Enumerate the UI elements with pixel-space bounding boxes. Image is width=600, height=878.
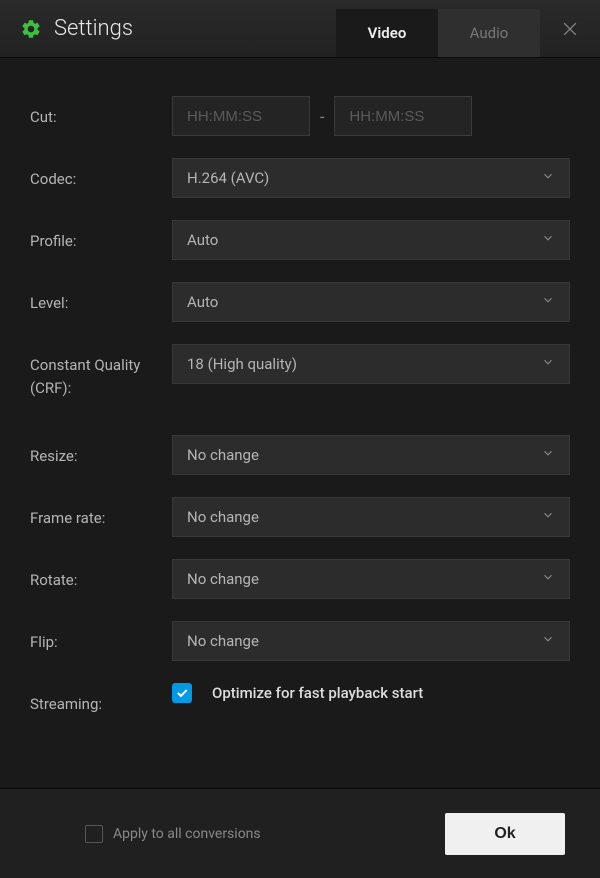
- label-flip: Flip:: [30, 621, 172, 654]
- chevron-down-icon: [541, 508, 555, 526]
- framerate-value: No change: [187, 508, 259, 526]
- profile-select[interactable]: Auto: [172, 220, 570, 260]
- chevron-down-icon: [541, 632, 555, 650]
- level-select[interactable]: Auto: [172, 282, 570, 322]
- codec-value: H.264 (AVC): [187, 169, 269, 187]
- tab-bar: Video Audio: [336, 0, 540, 57]
- row-codec: Codec: H.264 (AVC): [30, 158, 570, 198]
- chevron-down-icon: [541, 293, 555, 311]
- check-icon: [175, 686, 189, 700]
- row-streaming: Streaming: Optimize for fast playback st…: [30, 683, 570, 716]
- codec-select[interactable]: H.264 (AVC): [172, 158, 570, 198]
- row-level: Level: Auto: [30, 282, 570, 322]
- label-cut: Cut:: [30, 96, 172, 129]
- chevron-down-icon: [541, 570, 555, 588]
- flip-select[interactable]: No change: [172, 621, 570, 661]
- row-resize: Resize: No change: [30, 435, 570, 475]
- label-level: Level:: [30, 282, 172, 315]
- crf-value: 18 (High quality): [187, 355, 297, 373]
- settings-header: Settings Video Audio: [0, 0, 600, 58]
- rotate-value: No change: [187, 570, 259, 588]
- row-rotate: Rotate: No change: [30, 559, 570, 599]
- row-profile: Profile: Auto: [30, 220, 570, 260]
- label-codec: Codec:: [30, 158, 172, 191]
- crf-select[interactable]: 18 (High quality): [172, 344, 570, 384]
- close-button[interactable]: [560, 19, 580, 39]
- chevron-down-icon: [541, 231, 555, 249]
- rotate-select[interactable]: No change: [172, 559, 570, 599]
- level-value: Auto: [187, 293, 218, 311]
- row-crf: Constant Quality (CRF): 18 (High quality…: [30, 344, 570, 399]
- footer: Apply to all conversions Ok: [0, 788, 600, 878]
- label-rotate: Rotate:: [30, 559, 172, 592]
- flip-value: No change: [187, 632, 259, 650]
- cut-start-input[interactable]: [172, 96, 310, 136]
- chevron-down-icon: [541, 355, 555, 373]
- row-framerate: Frame rate: No change: [30, 497, 570, 537]
- cut-end-input[interactable]: [334, 96, 472, 136]
- framerate-select[interactable]: No change: [172, 497, 570, 537]
- label-streaming: Streaming:: [30, 683, 172, 716]
- apply-all-label: Apply to all conversions: [113, 826, 261, 842]
- label-resize: Resize:: [30, 435, 172, 468]
- label-framerate: Frame rate:: [30, 497, 172, 530]
- row-flip: Flip: No change: [30, 621, 570, 661]
- label-profile: Profile:: [30, 220, 172, 253]
- tab-video[interactable]: Video: [336, 9, 438, 57]
- profile-value: Auto: [187, 231, 218, 249]
- resize-select[interactable]: No change: [172, 435, 570, 475]
- streaming-checkbox-label: Optimize for fast playback start: [212, 684, 423, 702]
- chevron-down-icon: [541, 169, 555, 187]
- close-icon: [560, 19, 580, 39]
- row-cut: Cut: -: [30, 96, 570, 136]
- apply-all-checkbox[interactable]: [85, 825, 103, 843]
- gear-icon: [20, 18, 42, 40]
- settings-form: Cut: - Codec: H.264 (AVC) Profile: Auto …: [0, 58, 600, 758]
- streaming-checkbox[interactable]: [172, 683, 192, 703]
- label-crf: Constant Quality (CRF):: [30, 344, 172, 399]
- tab-audio[interactable]: Audio: [438, 9, 540, 57]
- cut-separator: -: [320, 107, 324, 126]
- ok-button[interactable]: Ok: [445, 813, 565, 855]
- chevron-down-icon: [541, 446, 555, 464]
- resize-value: No change: [187, 446, 259, 464]
- page-title: Settings: [54, 16, 336, 41]
